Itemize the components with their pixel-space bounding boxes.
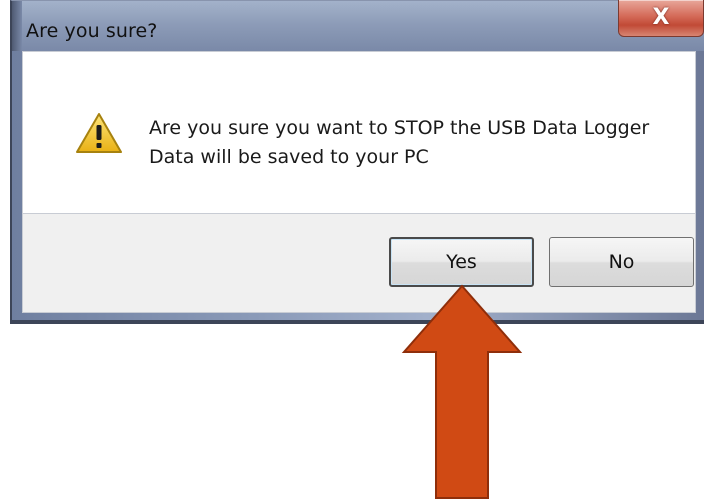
close-button[interactable]: X — [618, 0, 704, 37]
title-bar-edge — [12, 1, 22, 51]
confirm-dialog: Are you sure? X Are you sure you want to… — [10, 0, 704, 324]
button-bar: Yes No — [22, 214, 696, 313]
message-line-2: Data will be saved to your PC — [149, 146, 429, 168]
no-button[interactable]: No — [549, 237, 694, 287]
dialog-title: Are you sure? — [26, 20, 158, 42]
screenshot: Are you sure? X Are you sure you want to… — [0, 0, 704, 501]
close-icon: X — [652, 5, 670, 30]
message-line-1: Are you sure you want to STOP the USB Da… — [149, 117, 650, 139]
message-panel: Are you sure you want to STOP the USB Da… — [22, 51, 696, 214]
title-bar[interactable]: Are you sure? X — [12, 0, 704, 51]
warning-icon — [76, 113, 122, 153]
pointer-arrow-icon — [401, 284, 523, 499]
dialog-message: Are you sure you want to STOP the USB Da… — [149, 114, 649, 172]
